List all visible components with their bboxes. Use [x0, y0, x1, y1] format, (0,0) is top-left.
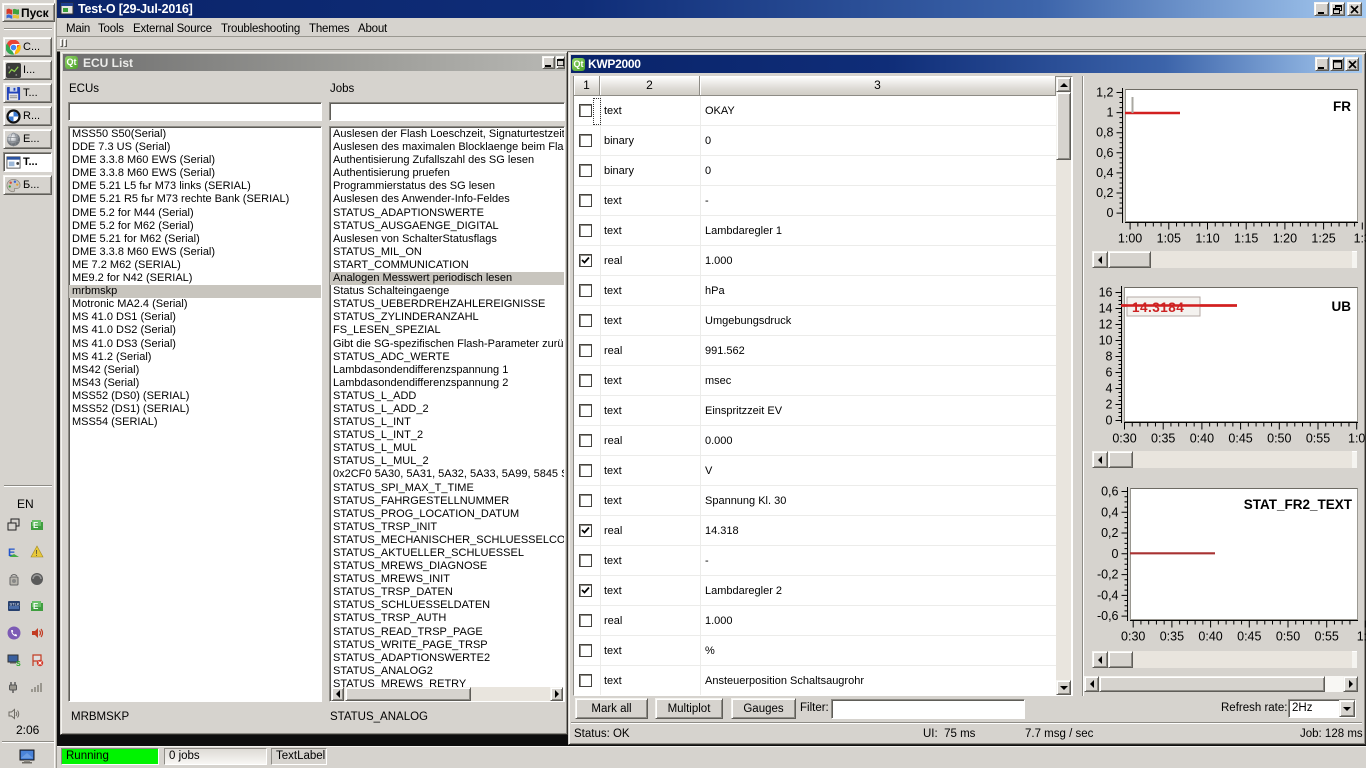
svg-text:0:30: 0:30 — [1112, 432, 1136, 446]
svg-text:2: 2 — [1106, 398, 1113, 412]
svg-text:0:35: 0:35 — [1151, 432, 1175, 446]
svg-text:0,8: 0,8 — [1096, 126, 1113, 140]
svg-text:n: n — [8, 65, 10, 69]
svg-text:10: 10 — [1099, 334, 1113, 348]
svg-text:0,2: 0,2 — [1101, 526, 1118, 540]
svg-text:FR: FR — [1333, 99, 1351, 114]
svg-text:0:55: 0:55 — [1306, 432, 1330, 446]
svg-text:0:45: 0:45 — [1237, 630, 1261, 644]
svg-text:E: E — [33, 602, 39, 611]
svg-text:E: E — [33, 521, 39, 530]
svg-text:UB: UB — [1332, 299, 1352, 314]
svg-text:14: 14 — [1099, 302, 1113, 316]
svg-text:1:20: 1:20 — [1273, 232, 1297, 246]
svg-text:0:50: 0:50 — [1267, 432, 1291, 446]
svg-text:16: 16 — [1099, 286, 1113, 300]
svg-text:1:3: 1:3 — [1354, 232, 1366, 246]
svg-text:0: 0 — [1107, 206, 1114, 220]
svg-text:6: 6 — [1106, 366, 1113, 380]
svg-text:E: E — [8, 547, 15, 559]
svg-text:1: 1 — [1107, 106, 1114, 120]
svg-text:-0,4: -0,4 — [1097, 588, 1119, 602]
svg-text:-0,6: -0,6 — [1097, 609, 1119, 623]
svg-text:1:00: 1:00 — [1118, 232, 1142, 246]
svg-text:0,2: 0,2 — [1096, 186, 1113, 200]
svg-text:0:50: 0:50 — [1276, 630, 1300, 644]
svg-text:0:45: 0:45 — [1228, 432, 1252, 446]
svg-text:0:40: 0:40 — [1190, 432, 1214, 446]
svg-text:0:30: 0:30 — [1121, 630, 1145, 644]
svg-text:!: ! — [36, 549, 38, 558]
svg-text:0:55: 0:55 — [1315, 630, 1339, 644]
svg-text:1:10: 1:10 — [1195, 232, 1219, 246]
svg-text:1,2: 1,2 — [1096, 86, 1113, 100]
svg-text:1:0: 1:0 — [1357, 630, 1366, 644]
svg-text:0: 0 — [1106, 414, 1113, 428]
svg-text:1:05: 1:05 — [1157, 232, 1181, 246]
svg-text:0,6: 0,6 — [1101, 485, 1118, 499]
svg-text:4: 4 — [1106, 382, 1113, 396]
svg-text:0:40: 0:40 — [1198, 630, 1222, 644]
svg-text:0: 0 — [1112, 547, 1119, 561]
svg-text:1:25: 1:25 — [1311, 232, 1335, 246]
svg-text:-0,2: -0,2 — [1097, 568, 1119, 582]
svg-text:0,6: 0,6 — [1096, 146, 1113, 160]
svg-text:S: S — [16, 661, 21, 667]
svg-text:x: x — [15, 73, 17, 77]
svg-text:1:0: 1:0 — [1348, 432, 1365, 446]
svg-text:STLK: STLK — [10, 602, 20, 607]
svg-text:STAT_FR2_TEXT: STAT_FR2_TEXT — [1244, 497, 1353, 512]
svg-text:0,4: 0,4 — [1096, 166, 1113, 180]
svg-text:14.3184: 14.3184 — [1132, 300, 1184, 315]
svg-text:1:15: 1:15 — [1234, 232, 1258, 246]
svg-text:8: 8 — [1106, 350, 1113, 364]
svg-text:0,4: 0,4 — [1101, 505, 1118, 519]
svg-text:12: 12 — [1099, 318, 1113, 332]
svg-text:0:35: 0:35 — [1160, 630, 1184, 644]
